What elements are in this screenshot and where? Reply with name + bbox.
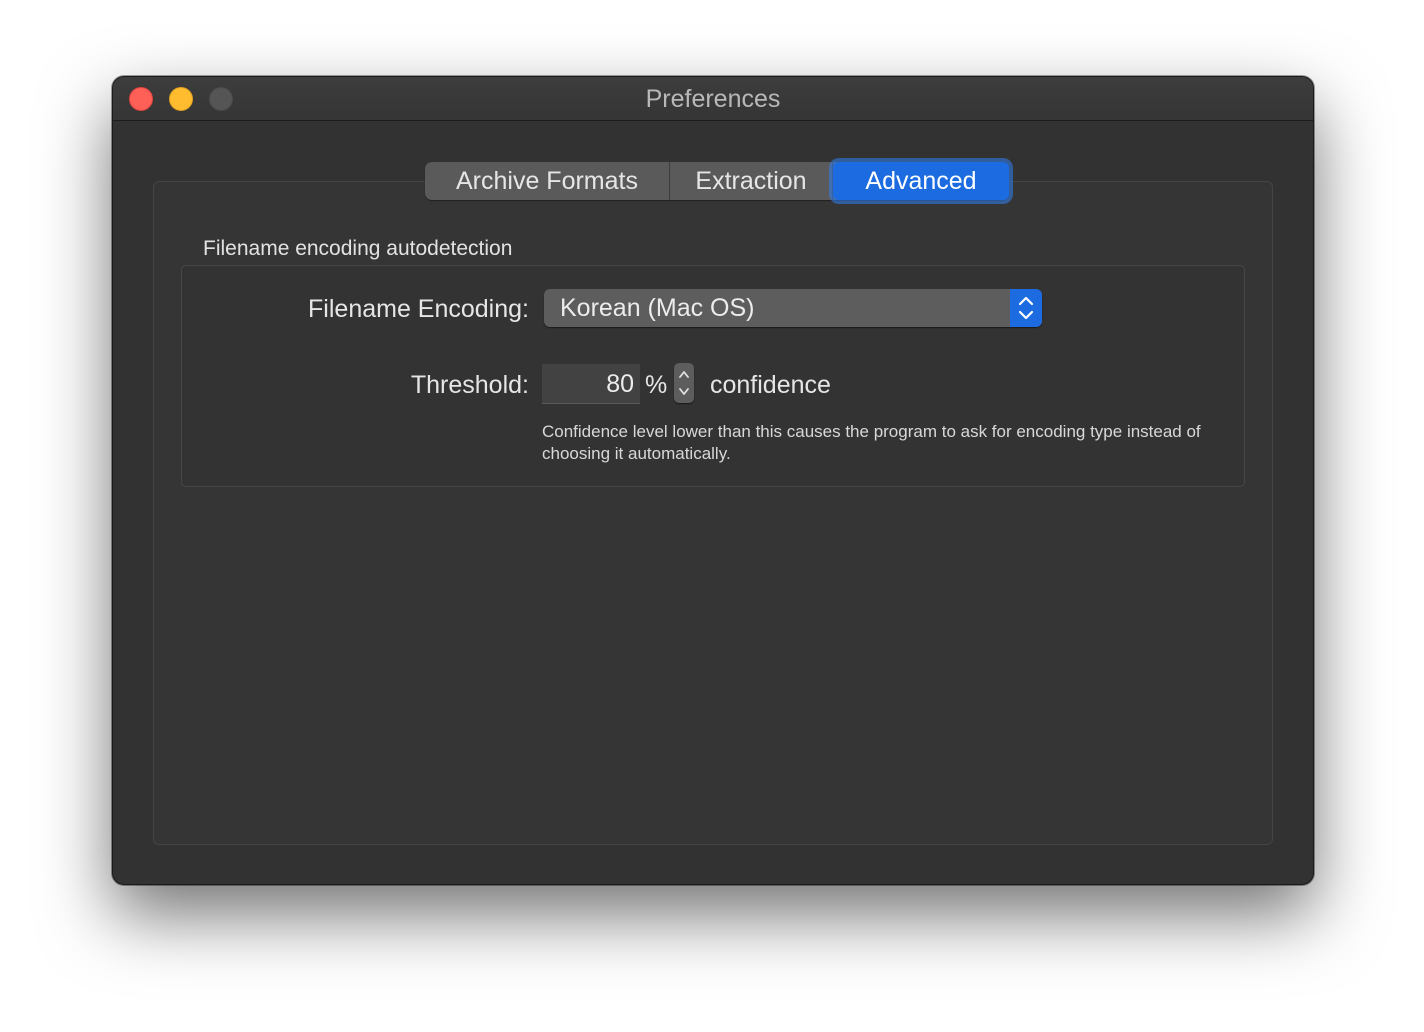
threshold-help-text: Confidence level lower than this causes … (542, 422, 1201, 463)
filename-encoding-label: Filename Encoding: (308, 295, 529, 323)
filename-encoding-value: Korean (Mac OS) (560, 294, 755, 322)
window-title: Preferences (645, 85, 781, 113)
chevron-up-down-icon[interactable] (1010, 289, 1042, 327)
tab-extraction[interactable]: Extraction (670, 162, 833, 200)
threshold-input[interactable]: 80 (542, 364, 640, 404)
section-title: Filename encoding autodetection (203, 237, 513, 260)
confidence-label: confidence (710, 371, 831, 399)
tab-advanced[interactable]: Advanced (833, 162, 1009, 200)
filename-encoding-select[interactable]: Korean (Mac OS) (544, 289, 1042, 327)
stepper-arrows-icon[interactable] (674, 363, 694, 403)
preferences-window: Preferences Archive Formats Extraction A… (112, 76, 1314, 885)
tab-bar: Archive Formats Extraction Advanced (425, 162, 1009, 200)
tab-archive-formats[interactable]: Archive Formats (425, 162, 670, 200)
title-bar[interactable]: Preferences (113, 77, 1313, 121)
threshold-value: 80 (606, 370, 634, 398)
threshold-label: Threshold: (410, 371, 529, 399)
percent-unit: % (645, 371, 668, 399)
